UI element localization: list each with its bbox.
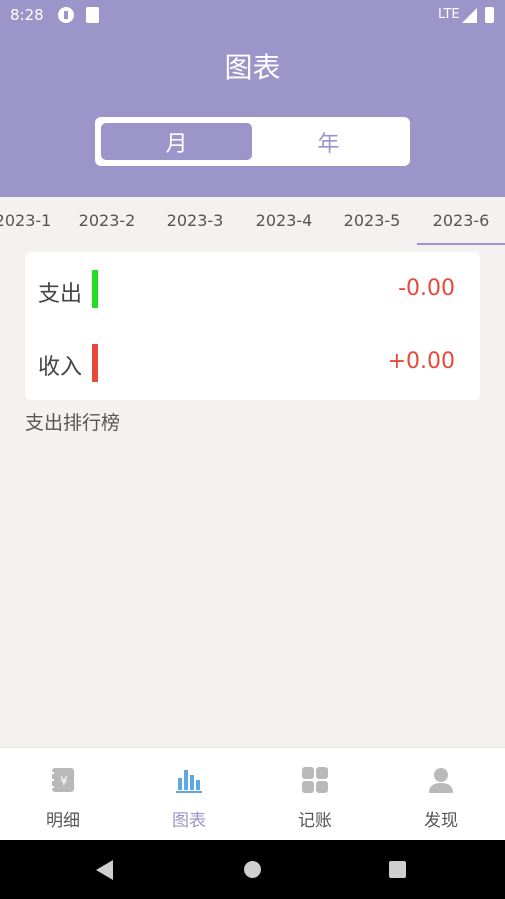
nav-item-chart[interactable]: 图表: [126, 748, 252, 841]
header: 8:28 LTE 图表 月 年: [0, 0, 505, 197]
nav-label-chart: 图表: [172, 811, 206, 831]
segment-month-button[interactable]: 月: [101, 123, 252, 160]
page-title: 图表: [224, 51, 281, 84]
status-time: 8:28: [10, 6, 44, 24]
sd-card-icon: [86, 7, 99, 23]
svg-text:¥: ¥: [60, 774, 68, 788]
expense-value: -0.00: [398, 276, 455, 301]
status-bar: 8:28 LTE: [0, 0, 505, 30]
tab-month-6[interactable]: 2023-6: [417, 211, 505, 230]
app-notification-icon: [58, 7, 74, 23]
system-nav-bar: [0, 840, 505, 899]
segment-year-button[interactable]: 年: [253, 123, 404, 160]
expense-ranking-title: 支出排行榜: [25, 412, 121, 434]
user-icon: [429, 768, 453, 793]
bottom-nav: ¥ 明细 图表 记账 发现: [0, 747, 505, 841]
tab-month-5[interactable]: 2023-5: [328, 211, 416, 230]
active-tab-indicator: [417, 243, 505, 245]
income-bar: [92, 344, 98, 382]
income-value: +0.00: [387, 349, 455, 374]
grid-icon: [302, 767, 328, 793]
tab-month-2[interactable]: 2023-2: [63, 211, 151, 230]
tab-month-3[interactable]: 2023-3: [151, 211, 239, 230]
expense-bar: [92, 270, 98, 308]
back-icon[interactable]: [96, 860, 113, 880]
nav-label-detail: 明细: [46, 811, 80, 831]
nav-label-record: 记账: [298, 811, 332, 831]
nav-item-record[interactable]: 记账: [252, 748, 378, 841]
network-type: LTE: [438, 7, 460, 22]
battery-icon: [485, 7, 494, 23]
home-icon[interactable]: [244, 861, 261, 878]
nav-item-discover[interactable]: 发现: [378, 748, 504, 841]
expense-label: 支出: [38, 282, 83, 307]
nav-label-discover: 发现: [424, 811, 458, 831]
income-label: 收入: [38, 355, 83, 380]
summary-card: 支出 -0.00 收入 +0.00: [25, 252, 480, 400]
signal-icon: [462, 8, 477, 23]
recents-icon[interactable]: [389, 861, 406, 878]
ledger-icon: ¥: [50, 768, 74, 792]
tab-month-1[interactable]: 2023-1: [0, 211, 67, 230]
tab-month-4[interactable]: 2023-4: [240, 211, 328, 230]
bar-chart-icon: [176, 770, 202, 793]
month-tabs[interactable]: 2023-1 2023-2 2023-3 2023-4 2023-5 2023-…: [0, 197, 505, 247]
period-segmented-control: 月 年: [95, 117, 410, 166]
nav-item-detail[interactable]: ¥ 明细: [0, 748, 126, 841]
